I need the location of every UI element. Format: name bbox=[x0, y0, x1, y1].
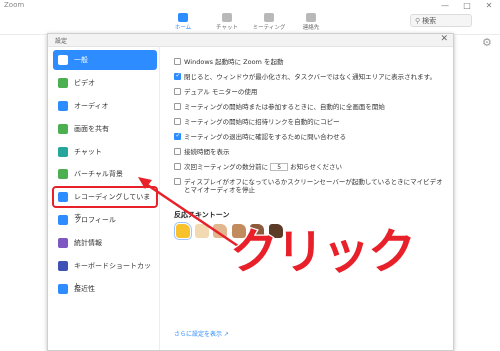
sidebar-divider bbox=[159, 46, 160, 350]
thumbs-up-icon[interactable] bbox=[174, 222, 192, 240]
sidebar-item-keyboard-shortcuts[interactable]: キーボードショートカット bbox=[53, 256, 157, 290]
sidebar-item-label: 画面を共有 bbox=[74, 124, 109, 133]
sidebar-item-label: チャット bbox=[74, 147, 102, 156]
option-dual-monitor[interactable]: デュアル モニターの使用 bbox=[174, 86, 444, 101]
home-icon bbox=[178, 13, 188, 22]
app-title: Zoom bbox=[4, 1, 25, 9]
option-label: 接続時間を表示 bbox=[184, 148, 230, 156]
nav-tab-contacts[interactable]: 連絡先 bbox=[290, 13, 332, 31]
search-input[interactable]: ⚲ 検索 bbox=[410, 14, 472, 27]
nav-tab-label: ミーティング bbox=[252, 25, 286, 31]
sidebar-item-recording[interactable]: レコーディングしています bbox=[52, 186, 158, 221]
option-label: ミーティングの開始時に招待リンクを自動的にコピー bbox=[184, 118, 340, 126]
recording-icon bbox=[58, 192, 68, 203]
checkbox[interactable] bbox=[174, 148, 181, 155]
option-label: ミーティングの退出時に確認をするために問い合わせる bbox=[184, 133, 347, 141]
sidebar-item-label: 接近性 bbox=[74, 284, 95, 293]
sidebar-item-label: プロフィール bbox=[74, 216, 116, 225]
app-titlebar: Zoom — □ ✕ bbox=[0, 0, 500, 12]
general-options: Windows 起動時に Zoom を起動 閉じると、ウィンドウが最小化され、タ… bbox=[174, 56, 444, 195]
checkbox[interactable] bbox=[174, 58, 181, 65]
sidebar-item-profile[interactable]: プロフィール bbox=[53, 210, 157, 230]
sidebar-item-label: オーディオ bbox=[74, 101, 109, 110]
nav-tab-meetings[interactable]: ミーティング bbox=[248, 13, 290, 31]
sidebar-item-virtual-background[interactable]: バーチャル背景 bbox=[53, 164, 157, 184]
nav-tab-chat[interactable]: チャット bbox=[206, 13, 248, 31]
sidebar-item-label: 一般 bbox=[74, 56, 88, 64]
dialog-titlebar: 設定 ✕ bbox=[48, 34, 453, 47]
click-annotation: クリック bbox=[229, 223, 418, 282]
checkbox[interactable] bbox=[174, 72, 181, 80]
profile-icon bbox=[58, 215, 68, 226]
gear-icon bbox=[58, 55, 68, 65]
option-label-before: 次回ミーティングの数分前に bbox=[184, 163, 269, 171]
sidebar-item-statistics[interactable]: 統計情報 bbox=[53, 233, 157, 253]
keyboard-icon bbox=[58, 261, 68, 272]
option-launch-on-startup[interactable]: Windows 起動時に Zoom を起動 bbox=[174, 56, 444, 71]
sidebar-item-chat[interactable]: チャット bbox=[53, 142, 157, 162]
contacts-icon bbox=[306, 13, 316, 22]
option-label-after: お知らせください bbox=[290, 163, 342, 171]
share-screen-icon bbox=[58, 123, 68, 134]
statistics-icon bbox=[58, 238, 68, 249]
sidebar-item-general[interactable]: 一般 bbox=[53, 50, 157, 70]
option-meeting-reminder[interactable]: 次回ミーティングの数分前に 5 お知らせください bbox=[174, 161, 444, 176]
search-placeholder: 検索 bbox=[422, 17, 437, 25]
checkbox[interactable] bbox=[174, 88, 181, 95]
sidebar-item-accessibility[interactable]: 接近性 bbox=[53, 279, 157, 299]
advanced-settings-link[interactable]: さらに設定を表示 ↗ bbox=[174, 329, 229, 338]
headphones-icon bbox=[58, 100, 68, 111]
thumbs-up-icon[interactable] bbox=[194, 224, 209, 238]
search-icon: ⚲ bbox=[415, 17, 421, 25]
chat-icon bbox=[58, 146, 68, 157]
reaction-skin-tone-title: 反応スキントーン bbox=[174, 211, 230, 219]
virtual-background-icon bbox=[58, 169, 68, 180]
checkbox[interactable] bbox=[174, 103, 181, 110]
sidebar-item-label: ビデオ bbox=[74, 78, 95, 87]
sidebar-item-share-screen[interactable]: 画面を共有 bbox=[53, 119, 157, 139]
option-label: Windows 起動時に Zoom を起動 bbox=[184, 58, 284, 66]
nav-tab-home[interactable]: ホーム bbox=[162, 13, 204, 31]
sidebar-item-label: バーチャル背景 bbox=[74, 170, 123, 179]
nav-tab-label: ホーム bbox=[174, 25, 192, 31]
maximize-button[interactable]: □ bbox=[456, 0, 478, 12]
thumbs-up-icon[interactable] bbox=[213, 224, 227, 238]
option-minimize-to-tray[interactable]: 閉じると、ウィンドウが最小化され、タスクバーではなく通知エリアに表示されます。 bbox=[174, 71, 444, 86]
window-controls: — □ ✕ bbox=[434, 0, 500, 12]
option-auto-fullscreen[interactable]: ミーティングの開始時または参加するときに、自動的に全画面を開始 bbox=[174, 101, 444, 116]
option-confirm-on-leave[interactable]: ミーティングの退出時に確認をするために問い合わせる bbox=[174, 131, 444, 146]
checkbox[interactable] bbox=[174, 118, 181, 125]
video-icon bbox=[58, 77, 68, 88]
nav-tab-label: 連絡先 bbox=[302, 25, 320, 31]
option-stop-av-on-screensaver[interactable]: ディスプレイがオフになっているかスクリーンセーバーが起動しているときにマイビデオ… bbox=[174, 176, 444, 194]
option-label: ディスプレイがオフになっているかスクリーンセーバーが起動しているときにマイビデオ… bbox=[184, 178, 443, 194]
accessibility-icon bbox=[58, 283, 68, 294]
option-label: ミーティングの開始時または参加するときに、自動的に全画面を開始 bbox=[184, 103, 385, 111]
settings-sidebar: 一般 ビデオ オーディオ 画面を共有 チャット バーチャル背景 レコーディングし… bbox=[52, 50, 158, 302]
option-copy-invite-link[interactable]: ミーティングの開始時に招待リンクを自動的にコピー bbox=[174, 116, 444, 131]
minimize-button[interactable]: — bbox=[434, 0, 456, 12]
settings-dialog: 設定 ✕ 一般 ビデオ オーディオ 画面を共有 チャット バーチャル背景 レコー… bbox=[47, 33, 454, 351]
dialog-title: 設定 bbox=[55, 38, 68, 45]
sidebar-item-video[interactable]: ビデオ bbox=[53, 73, 157, 93]
settings-gear-icon[interactable]: ⚙ bbox=[482, 36, 492, 49]
clock-icon bbox=[264, 13, 274, 22]
sidebar-item-label: 統計情報 bbox=[74, 239, 102, 248]
checkbox[interactable] bbox=[174, 178, 181, 185]
option-label: 閉じると、ウィンドウが最小化され、タスクバーではなく通知エリアに表示されます。 bbox=[184, 73, 436, 81]
checkbox[interactable] bbox=[174, 132, 181, 140]
chat-icon bbox=[222, 13, 232, 22]
option-show-connected-time[interactable]: 接続時間を表示 bbox=[174, 146, 444, 161]
reminder-minutes-input[interactable]: 5 bbox=[270, 163, 289, 171]
sidebar-item-audio[interactable]: オーディオ bbox=[53, 96, 157, 116]
nav-tab-label: チャット bbox=[216, 25, 238, 31]
option-label: デュアル モニターの使用 bbox=[184, 88, 258, 96]
dialog-close-button[interactable]: ✕ bbox=[440, 34, 448, 44]
checkbox[interactable] bbox=[174, 163, 181, 170]
close-window-button[interactable]: ✕ bbox=[478, 0, 500, 12]
